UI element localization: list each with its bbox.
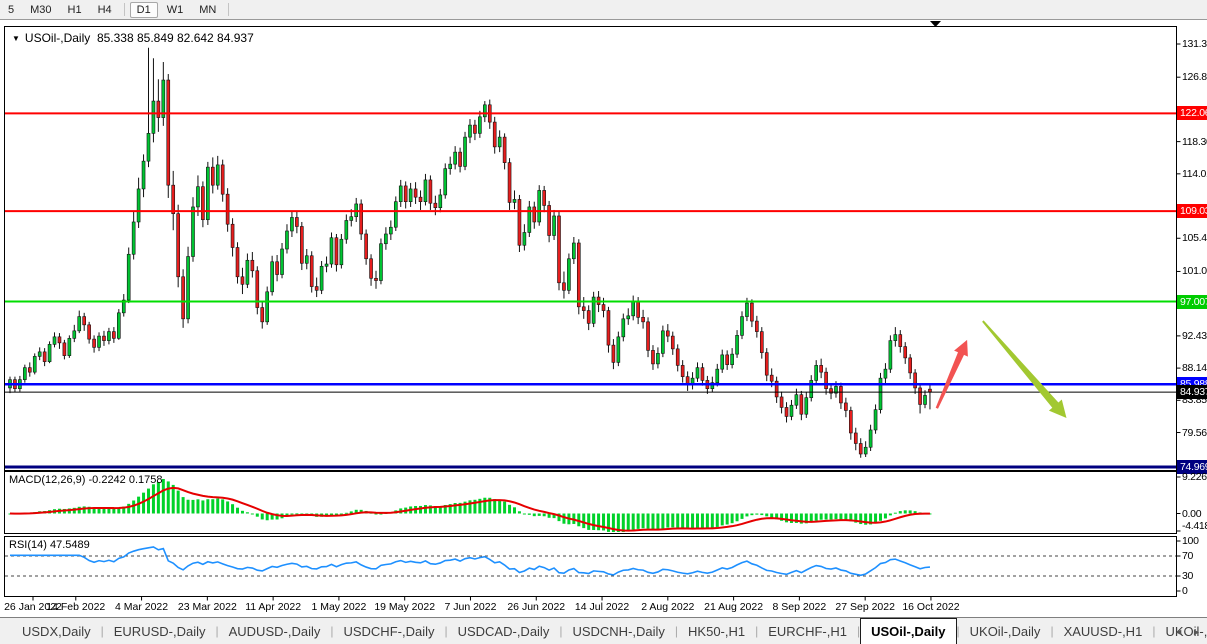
toolbar-separator [228,3,230,16]
date-tick-label: 21 Aug 2022 [704,601,764,613]
date-tick-label: 7 Jun 2022 [444,601,497,613]
price-tick-label: 92.430 [1182,329,1207,342]
timeframe-button-5[interactable]: 5 [1,2,21,18]
chart-ohlc-values: 85.338 85.849 82.642 84.937 [96,31,254,45]
chart-tab-usoil-daily[interactable]: USOil-,Daily [860,618,957,644]
date-axis[interactable]: 26 Jan 2022 14 Feb 2022 4 Mar 2022 23 Mar 2… [0,598,1176,616]
timeframe-button-h1[interactable]: H1 [61,2,89,18]
chart-title: ▼ USOil-,Daily 85.338 85.849 82.642 84.93… [12,31,254,45]
date-tick-label: 8 Sep 2022 [772,601,827,613]
chart-tab-hk50-h1[interactable]: HK50-,H1 [678,618,755,644]
date-tick-label: 2 Aug 2022 [641,601,695,613]
tab-scroll-left-icon[interactable]: ◄ [1174,627,1183,637]
price-tick-label: 101.010 [1182,265,1207,278]
date-tick-label: 27 Sep 2022 [835,601,895,613]
chart-shift-marker-icon[interactable] [930,21,941,27]
chart-plot[interactable] [0,0,1207,644]
chart-symbol-period: USOil-,Daily [24,31,91,45]
candlestick-series [8,47,932,458]
price-level-badge: 84.937 [1177,385,1207,400]
date-tick-label: 4 Mar 2022 [115,601,169,613]
chart-tab-usdx-daily[interactable]: USDX,Daily [12,618,101,644]
macd-name: MACD(12,26,9) [9,474,86,486]
rsi-line [10,546,931,577]
timeframe-button-w1[interactable]: W1 [160,2,191,18]
date-tick-label: 23 Mar 2022 [177,601,237,613]
chart-tabs-bar: USDX,Daily | EURUSD-,Daily | AUDUSD-,Daily | U… [0,617,1207,644]
price-tick-label: 105.430 [1182,232,1207,245]
date-tick-label: 11 Apr 2022 [245,601,302,613]
macd-axis-label: -4.4188 [1182,520,1207,532]
tab-scroll-nav: ◄ ► [1174,618,1201,644]
chart-tab-usdcad-daily[interactable]: USDCAD-,Daily [448,618,560,644]
rsi-axis-label: 100 [1182,535,1199,547]
macd-label: MACD(12,26,9) -0.2242 0.1758 [9,474,163,486]
bullish-arrow-annotation[interactable] [935,339,968,409]
rsi-panel [4,536,1177,597]
macd-axis-label: 0.00 [1182,507,1202,520]
macd-axis-label: 9.2266 [1182,471,1207,483]
axis-ticks [32,43,1181,601]
rsi-value: 47.5489 [49,539,90,551]
price-level-badge: 109.038 [1177,204,1207,219]
chart-tab-audusd-daily[interactable]: AUDUSD-,Daily [219,618,331,644]
chart-tab-eurchf-h1[interactable]: EURCHF-,H1 [758,618,857,644]
date-tick-label: 26 Jun 2022 [507,601,566,613]
macd-values: -0.2242 0.1758 [88,474,163,486]
rsi-axis-label: 0 [1182,585,1188,597]
symbol-dropdown-icon[interactable]: ▼ [12,34,20,43]
timeframe-button-mn[interactable]: MN [192,2,223,18]
timeframe-button-h4[interactable]: H4 [91,2,119,18]
macd-panel [4,471,1177,534]
date-tick-label: 16 Oct 2022 [902,601,960,613]
rsi-axis-label: 70 [1182,550,1194,562]
chart-tab-eurusd-daily[interactable]: EURUSD-,Daily [104,618,216,644]
price-level-badge: 122.066 [1177,106,1207,121]
timeframe-button-m30[interactable]: M30 [23,2,58,18]
timeframe-button-d1[interactable]: D1 [129,1,158,18]
date-tick-label: 14 Jul 2022 [574,601,630,613]
chart-tab-usdchf-daily[interactable]: USDCHF-,Daily [333,618,444,644]
rsi-axis-label: 30 [1182,570,1194,582]
main-panel [4,26,1177,471]
chart-tab-xauusd-h1[interactable]: XAUUSD-,H1 [1054,618,1153,644]
timeframe-toolbar: 5 M30 H1 H4 D1 W1 MN [0,0,1207,20]
price-tick-label: 88.140 [1182,362,1207,375]
price-axis[interactable]: 131.300 126.880 118.300 114.010 105.430 101.0… [1177,0,1207,617]
price-tick-label: 131.300 [1182,38,1207,50]
macd-histogram [8,478,932,532]
tab-scroll-right-icon[interactable]: ► [1192,627,1201,637]
price-tick-label: 126.880 [1182,71,1207,84]
toolbar-separator [123,3,125,16]
chart-tab-ukoil-daily[interactable]: UKOil-,Daily [960,618,1051,644]
price-tick-label: 79.560 [1182,426,1207,439]
bearish-arrow-annotation[interactable] [982,320,1067,418]
mt4-window: 5 M30 H1 H4 D1 W1 MN ▼ USOil-,Daily 85.338 85.8… [0,0,1207,644]
date-tick-label: 1 May 2022 [311,601,367,613]
date-tick-label: 19 May 2022 [374,601,436,613]
price-tick-label: 118.300 [1182,135,1207,148]
macd-signal-line [9,486,930,532]
rsi-name: RSI(14) [9,539,47,551]
date-tick-label: 14 Feb 2022 [46,601,106,613]
price-level-badge: 97.007 [1177,294,1207,309]
price-tick-label: 114.010 [1182,167,1207,180]
chart-tab-usdcnh-daily[interactable]: USDCNH-,Daily [562,618,674,644]
horizontal-level-lines[interactable] [5,112,1176,469]
rsi-label: RSI(14) 47.5489 [9,539,90,551]
